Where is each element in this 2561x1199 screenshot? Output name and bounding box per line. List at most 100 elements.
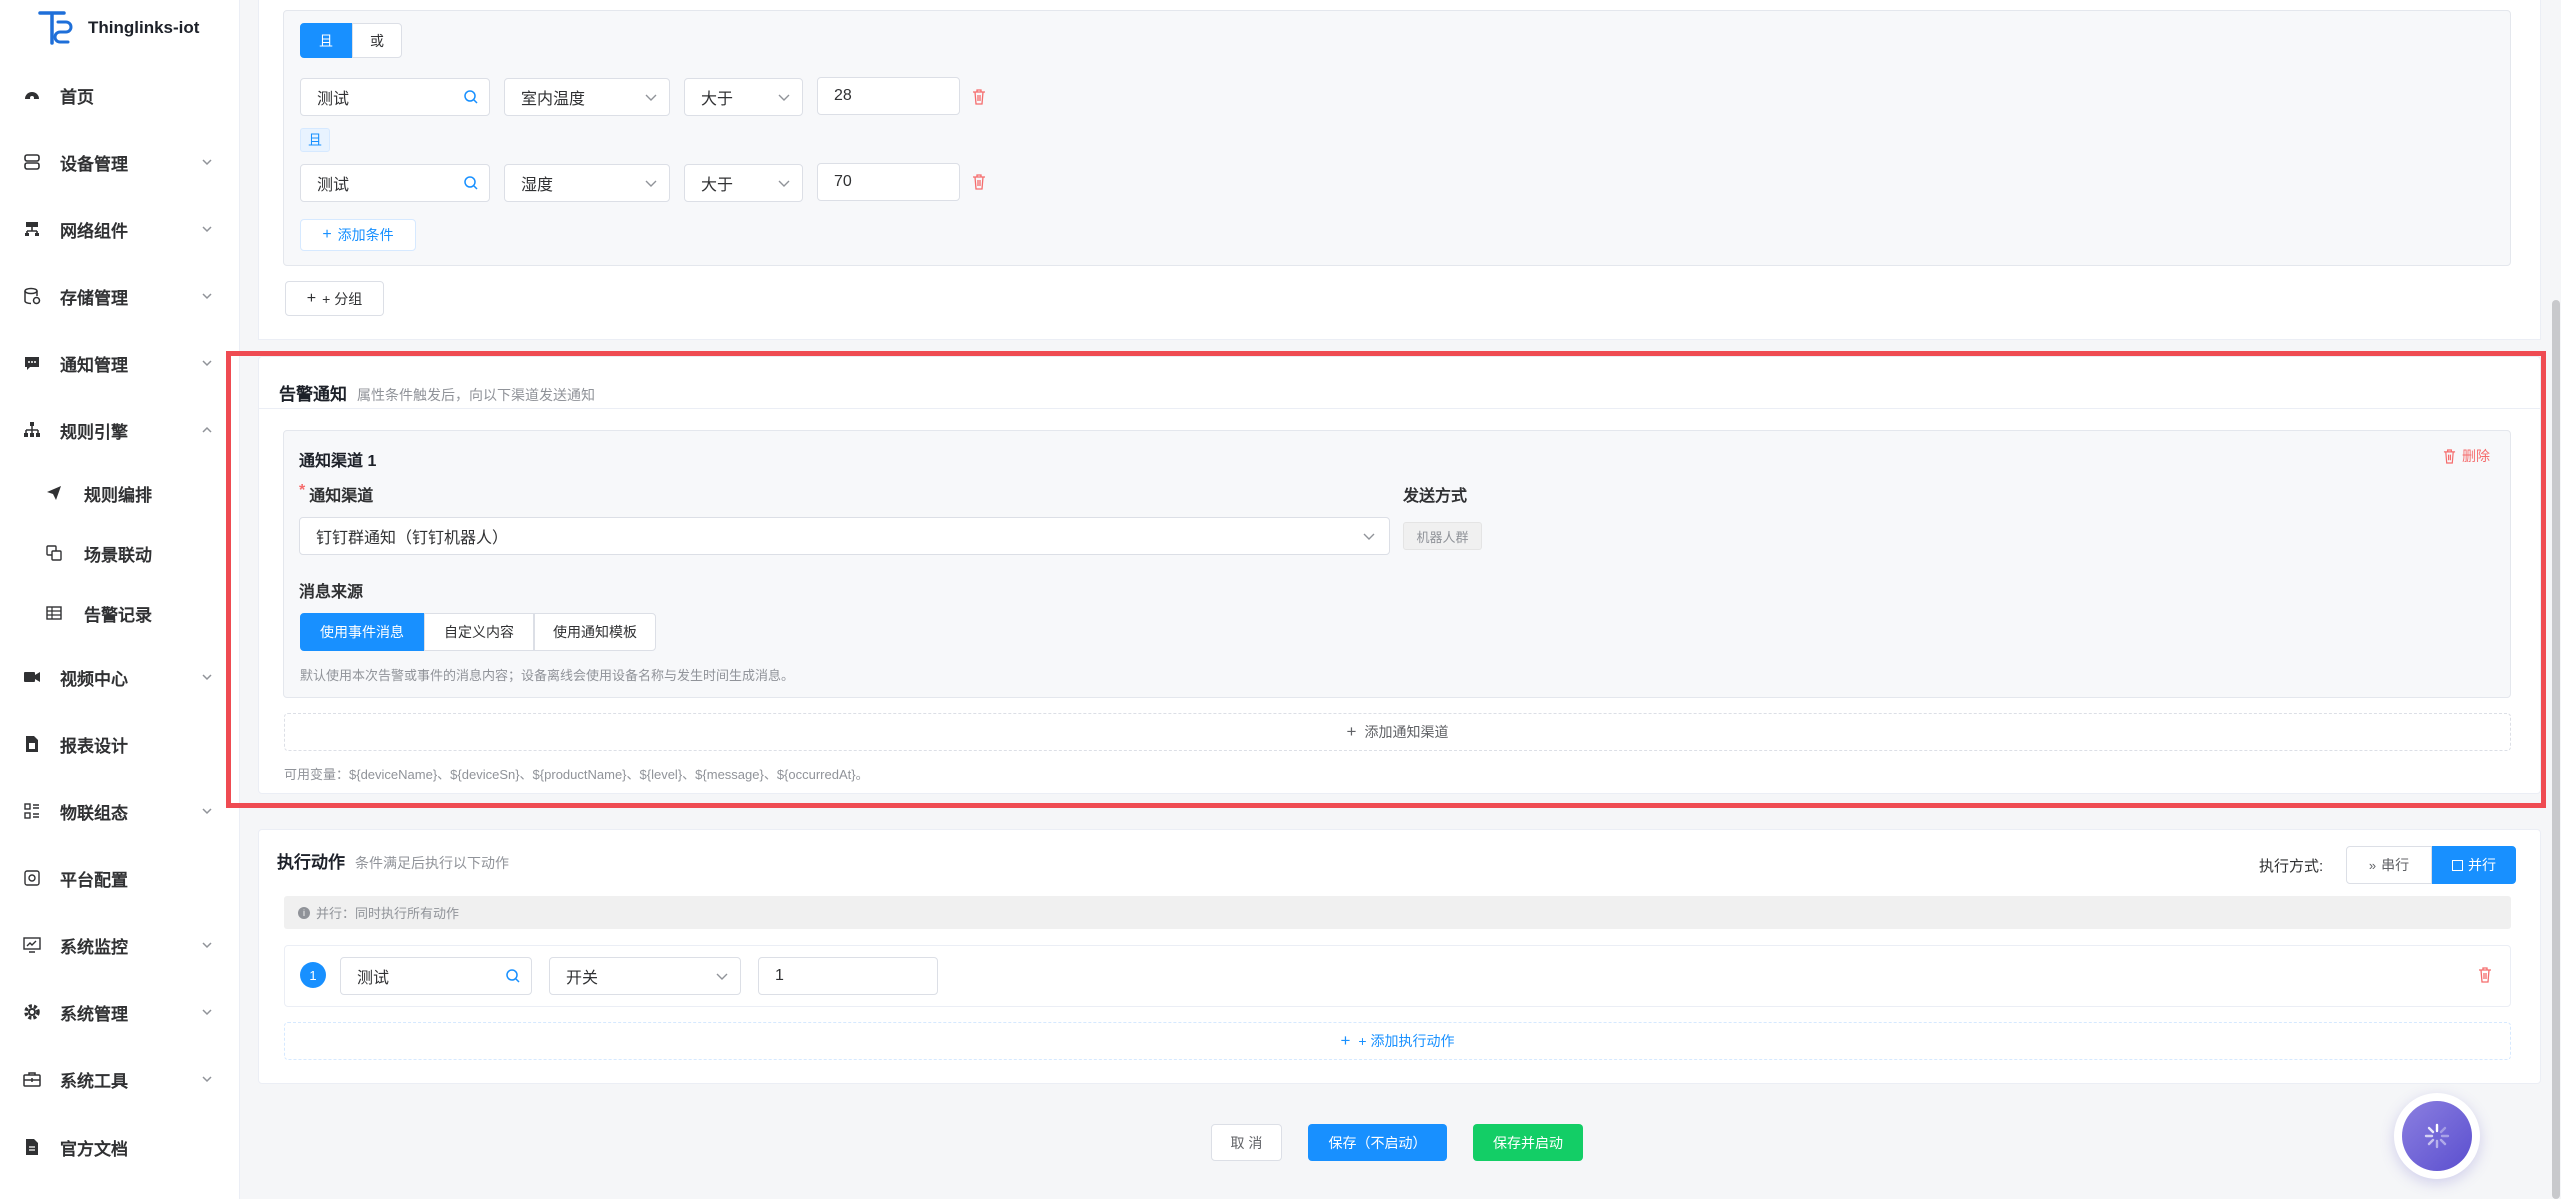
property-select[interactable]: 湿度 (504, 164, 670, 202)
logic-toggle: 且 或 (300, 23, 402, 58)
sidebar-item-docs[interactable]: 官方文档 (0, 1127, 240, 1167)
operator-select[interactable]: 大于 (684, 164, 803, 202)
sidebar-item-report[interactable]: 报表设计 (0, 724, 240, 764)
logic-or-button[interactable]: 或 (352, 23, 402, 58)
add-condition-button[interactable]: + 添加条件 (300, 219, 416, 251)
search-icon[interactable] (505, 968, 521, 984)
sidebar-item-monitor[interactable]: 系统监控 (0, 925, 240, 965)
channel-title: 通知渠道 1 (299, 453, 377, 470)
chevron-down-icon (202, 674, 212, 681)
sidebar-item-platform[interactable]: 平台配置 (0, 858, 240, 898)
source-option-template[interactable]: 使用通知模板 (534, 613, 656, 651)
channel-select[interactable]: 钉钉群通知（钉钉机器人） (299, 517, 1390, 555)
chevron-down-icon (1363, 533, 1375, 540)
alarm-subtitle: 属性条件触发后，向以下渠道发送通知 (357, 387, 595, 403)
logic-and-button[interactable]: 且 (300, 23, 352, 58)
cancel-button[interactable]: 取 消 (1211, 1124, 1282, 1161)
chevron-down-icon (778, 180, 790, 187)
device-icon (22, 152, 42, 172)
send-method-label: 发送方式 (1403, 488, 1468, 505)
mode-label: 执行方式: (2259, 858, 2324, 875)
sidebar-item-tools[interactable]: 系统工具 (0, 1059, 240, 1099)
config-icon (22, 801, 42, 821)
chevron-down-icon (202, 159, 212, 166)
delete-icon[interactable] (972, 89, 986, 105)
value-input[interactable]: 70 (817, 163, 960, 201)
database-icon (22, 286, 42, 306)
logo-icon (36, 8, 76, 48)
scrollbar[interactable] (2552, 300, 2560, 1199)
logo-text: Thinglinks-iot (88, 18, 200, 37)
sidebar-item-rule-engine[interactable]: 规则引擎 (0, 410, 240, 450)
add-group-button[interactable]: + + 分组 (285, 281, 384, 316)
copy-icon (44, 543, 64, 563)
delete-channel-button[interactable]: 删除 (2443, 446, 2490, 466)
delete-icon[interactable] (2478, 967, 2492, 983)
plus-icon: + (1340, 1031, 1351, 1050)
property-select[interactable]: 室内温度 (504, 78, 670, 116)
add-channel-button[interactable]: + 添加通知渠道 (284, 713, 2511, 751)
source-segmented: 使用事件消息 自定义内容 使用通知模板 (300, 613, 656, 651)
report-icon (22, 734, 42, 754)
dashboard-icon (22, 85, 42, 105)
sidebar-item-iot-config[interactable]: 物联组态 (0, 791, 240, 831)
sidebar-item-device[interactable]: 设备管理 (0, 142, 240, 182)
condition-group (283, 10, 2511, 266)
delete-icon[interactable] (972, 174, 986, 190)
join-tag: 且 (300, 128, 330, 152)
chevron-down-icon (778, 94, 790, 101)
action-property-select[interactable]: 开关 (549, 957, 741, 995)
sidebar-item-home[interactable]: 首页 (0, 75, 240, 115)
chevron-down-icon (202, 293, 212, 300)
toolbox-icon (22, 1069, 42, 1089)
sidebar-item-rule-orchestration[interactable]: 规则编排 (0, 473, 240, 513)
action-value-input[interactable]: 1 (758, 957, 938, 995)
network-icon (22, 219, 42, 239)
actions-title: 执行动作 (277, 853, 345, 872)
notify-channel-block (283, 430, 2511, 698)
chevron-down-icon (202, 808, 212, 815)
message-icon (22, 353, 42, 373)
action-index-badge: 1 (300, 962, 326, 988)
search-icon[interactable] (463, 89, 479, 105)
chevron-up-icon (202, 426, 212, 433)
plus-icon: + (306, 289, 317, 307)
value-input[interactable]: 28 (817, 77, 960, 115)
source-label: 消息来源 (299, 584, 364, 601)
info-icon: i (298, 906, 310, 919)
device-select[interactable]: 测试 (300, 78, 490, 116)
sidebar-item-scene-linkage[interactable]: 场景联动 (0, 533, 240, 573)
actions-subtitle: 条件满足后执行以下动作 (355, 855, 509, 871)
source-option-custom[interactable]: 自定义内容 (424, 613, 534, 651)
operator-select[interactable]: 大于 (684, 78, 803, 116)
chevron-down-icon (202, 226, 212, 233)
variables-hint: 可用变量：${deviceName}、${deviceSn}、${product… (284, 767, 869, 782)
alarm-title: 告警通知 (279, 385, 347, 404)
logo[interactable]: Thinglinks-iot (36, 8, 199, 48)
sidebar-item-network[interactable]: 网络组件 (0, 209, 240, 249)
table-icon (44, 603, 64, 623)
sidebar-item-video[interactable]: 视频中心 (0, 657, 240, 697)
device-select[interactable]: 测试 (300, 164, 490, 202)
action-device-select[interactable]: 测试 (340, 957, 532, 995)
mode-serial-button[interactable]: » 串行 (2346, 846, 2432, 884)
actions-header: 执行动作 条件满足后执行以下动作 (277, 848, 509, 873)
sidebar: Thinglinks-iot 首页 设备管理 网络组件 存储管理 通知管理 规则… (0, 0, 240, 1199)
sidebar-item-storage[interactable]: 存储管理 (0, 276, 240, 316)
search-icon[interactable] (463, 175, 479, 191)
add-action-button[interactable]: + + 添加执行动作 (284, 1022, 2511, 1060)
platform-icon (22, 868, 42, 888)
assistant-fab[interactable] (2394, 1093, 2480, 1179)
chevron-down-icon (716, 973, 728, 980)
doc-icon (22, 1137, 42, 1157)
source-option-event[interactable]: 使用事件消息 (300, 613, 424, 651)
mode-parallel-button[interactable]: 并行 (2432, 846, 2516, 884)
chevron-down-icon (202, 1076, 212, 1083)
video-icon (22, 667, 42, 687)
chevron-down-icon (202, 1009, 212, 1016)
sidebar-item-system[interactable]: 系统管理 (0, 992, 240, 1032)
sidebar-item-notify[interactable]: 通知管理 (0, 343, 240, 383)
save-button[interactable]: 保存（不启动） (1308, 1124, 1447, 1161)
sidebar-item-alarm-record[interactable]: 告警记录 (0, 593, 240, 633)
save-start-button[interactable]: 保存并启动 (1473, 1124, 1583, 1161)
